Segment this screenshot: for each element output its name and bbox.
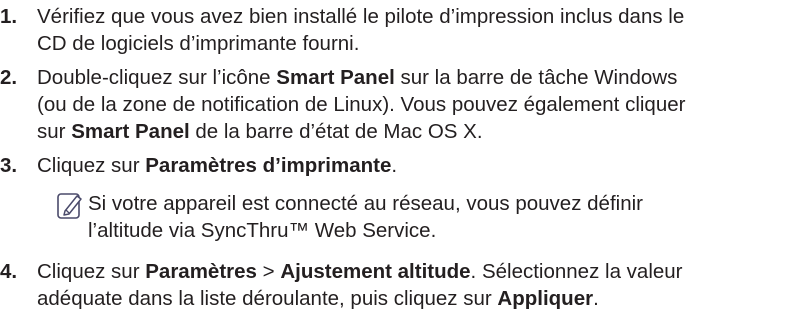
note-text: Si votre appareil est connecté au réseau… (88, 190, 800, 244)
text-run: adéquate dans la liste déroulante, puis … (37, 287, 498, 310)
text-run: Double-cliquez sur l’icône (37, 66, 277, 89)
step-4: 4. Cliquez sur Paramètres > Ajustement a… (0, 258, 800, 312)
text-run: sur (37, 120, 72, 143)
step-1: 1. Vérifiez que vous avez bien installé … (0, 3, 800, 57)
note-box: Si votre appareil est connecté au réseau… (56, 190, 800, 244)
text-run: Cliquez sur (37, 154, 146, 177)
bold-term: Smart Panel (71, 120, 190, 143)
text-run: (ou de la zone de notification de Linux)… (37, 93, 686, 116)
text-run: de la barre d’état de Mac OS X. (189, 120, 483, 143)
step-2: 2. Double-cliquez sur l’icône Smart Pane… (0, 64, 800, 145)
bold-term: Ajustement altitude (280, 260, 471, 283)
step-number: 3. (0, 154, 18, 177)
text-run: . Sélectionnez la valeur (470, 260, 683, 283)
step-number: 4. (0, 260, 18, 283)
bold-term: Smart Panel (276, 66, 395, 89)
note-line: l’altitude via SyncThru™ Web Service. (88, 219, 437, 242)
step-text: Double-cliquez sur l’icône Smart Panel s… (37, 64, 800, 145)
step-3: 3. Cliquez sur Paramètres d’imprimante. (0, 152, 800, 179)
note-pencil-icon (57, 193, 82, 219)
bold-term: Paramètres d’imprimante (145, 154, 392, 177)
step-text: Cliquez sur Paramètres > Ajustement alti… (37, 258, 800, 312)
instruction-page: 1. Vérifiez que vous avez bien installé … (0, 0, 808, 314)
step-text: Vérifiez que vous avez bien installé le … (37, 3, 800, 57)
bold-term: Appliquer (497, 287, 594, 310)
text-run: Cliquez sur (37, 260, 146, 283)
text-run: sur la barre de tâche Windows (394, 66, 678, 89)
text-run: CD de logiciels d’imprimante fourni. (37, 32, 360, 55)
step-number: 2. (0, 66, 18, 89)
bold-term: Paramètres (145, 260, 257, 283)
text-run: . (593, 287, 599, 310)
text-run: Vérifiez que vous avez bien installé le … (37, 5, 685, 28)
note-line: Si votre appareil est connecté au réseau… (88, 192, 643, 215)
step-text: Cliquez sur Paramètres d’imprimante. (37, 152, 800, 179)
text-run: . (391, 154, 398, 177)
text-run: > (256, 260, 281, 283)
step-number: 1. (0, 5, 18, 28)
